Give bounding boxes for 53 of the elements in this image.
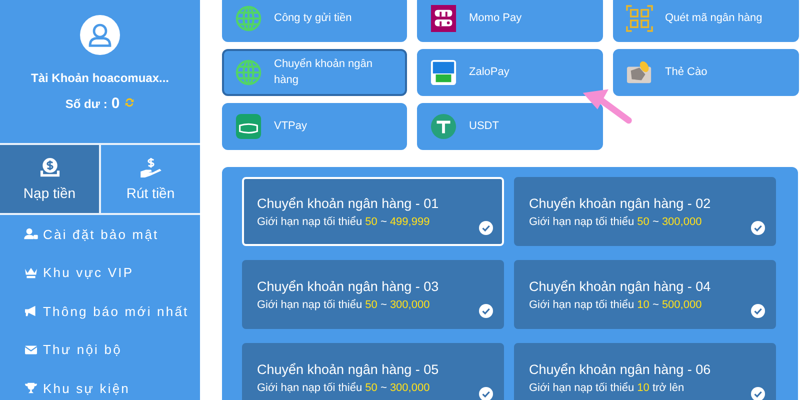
menu-item[interactable]: Cài đặt bảo mật — [24, 215, 200, 254]
bank-title: Chuyển khoản ngân hàng - 04 — [529, 279, 712, 294]
menu-item[interactable]: Khu vực VIP — [24, 254, 200, 292]
payment-method-tile[interactable]: Quét mã ngân hàng — [613, 0, 799, 42]
check-icon — [751, 387, 765, 400]
bank-option-card[interactable]: Chuyển khoản ngân hàng - 06 Giới hạn nạp tối thiểu 10 trở lên — [514, 343, 776, 400]
bank-title: Chuyển khoản ngân hàng - 06 — [529, 362, 712, 377]
check-icon — [479, 221, 493, 235]
payment-method-tile[interactable]: ZaloPay — [417, 49, 603, 96]
bank-title: Chuyển khoản ngân hàng - 03 — [257, 279, 440, 294]
payment-method-tile[interactable]: USDT — [417, 103, 603, 150]
payment-method-tile[interactable]: Thẻ Cào — [613, 49, 799, 96]
user-lock-icon — [24, 228, 38, 240]
payment-method-tile[interactable]: Momo Pay — [417, 0, 603, 42]
megaphone-icon — [24, 305, 38, 318]
menu-item[interactable]: Thông báo mới nhất — [24, 292, 200, 330]
payment-method-tile[interactable]: VTPay — [222, 103, 407, 150]
crown-icon — [24, 266, 38, 279]
bank-title: Chuyển khoản ngân hàng - 05 — [257, 362, 440, 377]
deposit-limit-text: Giới hạn nạp tối thiểu 10 trở lên — [529, 382, 684, 394]
payment-method-tile[interactable]: Chuyển khoản ngân hàng — [222, 49, 407, 96]
bank-option-card[interactable]: Chuyển khoản ngân hàng - 03 Giới hạn nạp tối thiểu 50 ~ 300,000 — [242, 260, 504, 329]
globe-icon — [235, 59, 262, 86]
balance-value: 0 — [111, 95, 120, 112]
check-icon — [479, 304, 493, 318]
qr-code-icon — [626, 5, 653, 32]
check-icon — [479, 387, 493, 400]
menu-item[interactable]: Khu sự kiện — [24, 369, 200, 400]
bank-option-card[interactable]: Chuyển khoản ngân hàng - 01 Giới hạn nạp tối thiểu 50 ~ 499,999 — [242, 177, 504, 246]
mail-icon — [24, 344, 38, 356]
hand-dollar-icon — [138, 157, 164, 179]
scratch-card-icon — [626, 59, 653, 86]
trophy-icon — [24, 382, 38, 394]
deposit-limit-text: Giới hạn nạp tối thiểu 50 ~ 499,999 — [257, 216, 430, 228]
deposit-limit-text: Giới hạn nạp tối thiểu 50 ~ 300,000 — [529, 216, 702, 228]
sidebar-tab[interactable]: Nạp tiền — [0, 145, 99, 213]
avatar-icon — [80, 15, 120, 55]
check-icon — [751, 304, 765, 318]
bank-option-card[interactable]: Chuyển khoản ngân hàng - 02 Giới hạn nạp tối thiểu 50 ~ 300,000 — [514, 177, 776, 246]
account-name: Tài Khoản hoacomuax... — [30, 71, 170, 85]
bank-title: Chuyển khoản ngân hàng - 01 — [257, 196, 440, 211]
deposit-limit-text: Giới hạn nạp tối thiểu 50 ~ 300,000 — [257, 382, 430, 394]
globe-icon — [235, 5, 262, 32]
deposit-limit-text: Giới hạn nạp tối thiểu 50 ~ 300,000 — [257, 299, 430, 311]
menu-item[interactable]: Thư nội bộ — [24, 330, 200, 369]
bank-option-card[interactable]: Chuyển khoản ngân hàng - 05 Giới hạn nạp tối thiểu 50 ~ 300,000 — [242, 343, 504, 400]
deposit-limit-text: Giới hạn nạp tối thiểu 10 ~ 500,000 — [529, 299, 702, 311]
refresh-icon[interactable] — [124, 97, 135, 108]
bank-option-card[interactable]: Chuyển khoản ngân hàng - 04 Giới hạn nạp tối thiểu 10 ~ 500,000 — [514, 260, 776, 329]
bank-title: Chuyển khoản ngân hàng - 02 — [529, 196, 712, 211]
balance-label: Số dư : — [65, 97, 108, 111]
payment-method-tile[interactable]: Công ty gửi tiền — [222, 0, 407, 42]
check-icon — [751, 221, 765, 235]
